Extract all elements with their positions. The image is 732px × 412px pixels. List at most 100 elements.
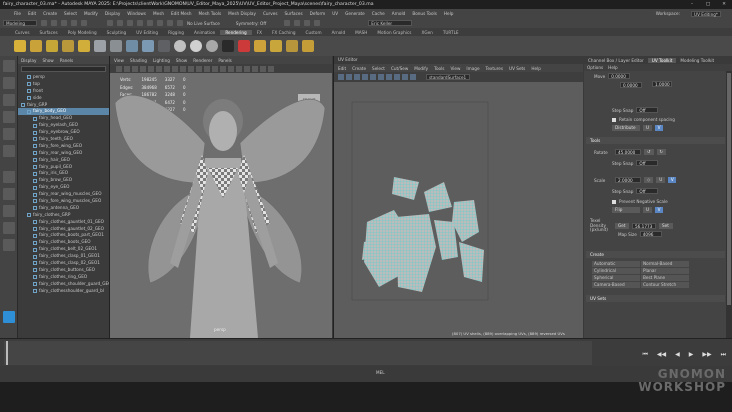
uv-menu-item[interactable]: Help bbox=[531, 66, 541, 71]
move-step-snap-dropdown[interactable]: Off bbox=[636, 107, 659, 113]
side-submenu-item[interactable]: Options bbox=[587, 65, 603, 70]
render-settings-icon[interactable] bbox=[304, 20, 311, 26]
outliner-item[interactable]: fairy_clothes_gauntlet_02_GEO bbox=[18, 226, 109, 233]
shelf-tab[interactable]: Surfaces bbox=[35, 30, 63, 35]
directional-light-icon[interactable] bbox=[62, 40, 74, 52]
outliner-item[interactable]: fairy_clothes_clasp_02_GEO1 bbox=[18, 260, 109, 267]
create-projection-button[interactable]: Planar bbox=[641, 268, 689, 274]
shelf-tab[interactable]: Poly Modeling bbox=[63, 30, 102, 35]
snap-grid-icon[interactable] bbox=[137, 20, 143, 26]
uv-menu-item[interactable]: Select bbox=[372, 66, 385, 71]
xray-icon[interactable] bbox=[212, 65, 218, 72]
uv-image-icon[interactable] bbox=[386, 74, 392, 80]
menu-item[interactable]: Curves bbox=[263, 11, 278, 16]
snap-surface-icon[interactable] bbox=[177, 20, 183, 26]
shelf-tab[interactable]: Rigging bbox=[163, 30, 189, 35]
save-scene-icon[interactable] bbox=[61, 20, 67, 26]
render-icon[interactable] bbox=[284, 20, 291, 26]
rotate-ccw-button[interactable]: ↺ bbox=[644, 149, 654, 155]
viewport-menu-item[interactable]: Renderer bbox=[193, 58, 212, 63]
camera-icon[interactable] bbox=[94, 40, 106, 52]
outliner-item[interactable]: fairy_brow_GEO bbox=[18, 177, 109, 184]
uv-shaded-icon[interactable] bbox=[402, 74, 408, 80]
outliner-item[interactable]: fairy_clothes_boots_GEO bbox=[18, 239, 109, 246]
outliner-item[interactable]: fairy_rear_wing_muscles_GEO bbox=[18, 191, 109, 198]
side-by-side-icon[interactable] bbox=[3, 205, 15, 217]
camera-attr-icon[interactable] bbox=[116, 65, 122, 72]
workspace-dropdown[interactable]: UV Editing* bbox=[691, 10, 721, 17]
distribute-button[interactable]: Distribute bbox=[612, 125, 640, 131]
shelf-tab[interactable]: XGen bbox=[416, 30, 437, 35]
move-u-field[interactable]: 0.0000 bbox=[608, 73, 631, 79]
outliner-menu-item[interactable]: Panels bbox=[60, 58, 73, 63]
maximize-icon[interactable]: □ bbox=[700, 2, 716, 7]
side-submenu-item[interactable]: Help bbox=[608, 65, 618, 70]
minimize-icon[interactable]: – bbox=[684, 2, 700, 7]
move-tool-icon[interactable] bbox=[3, 111, 15, 123]
uv-menu-item[interactable]: Create bbox=[352, 66, 366, 71]
render-settings-shelf-icon[interactable] bbox=[158, 40, 170, 52]
safe-title-icon[interactable] bbox=[188, 65, 194, 72]
flip-u-button[interactable]: U bbox=[643, 207, 653, 213]
outliner-item[interactable]: fairy_hair_GEO bbox=[18, 157, 109, 164]
scale-u-button[interactable]: U bbox=[656, 177, 666, 183]
smooth-shade-icon[interactable] bbox=[204, 65, 210, 72]
safe-action-icon[interactable] bbox=[180, 65, 186, 72]
outliner-menu-item[interactable]: Display bbox=[21, 58, 36, 63]
shelf-tab[interactable]: Curves bbox=[10, 30, 35, 35]
uv-rotate-icon[interactable] bbox=[354, 74, 360, 80]
outliner-menu-item[interactable]: Show bbox=[42, 58, 53, 63]
rotate-tool-icon[interactable] bbox=[3, 128, 15, 140]
wireframe-icon[interactable] bbox=[196, 65, 202, 72]
outliner-item[interactable]: fairy_clothes_belt_02_GEO1 bbox=[18, 246, 109, 253]
outliner-item[interactable]: fairy_clothes_buttons_GEO bbox=[18, 267, 109, 274]
arnold-render-icon[interactable] bbox=[238, 40, 250, 52]
go-to-start-icon[interactable]: ⏮ bbox=[642, 351, 647, 359]
uv-flip-icon[interactable] bbox=[370, 74, 376, 80]
retain-spacing-checkbox[interactable] bbox=[612, 117, 616, 122]
lights-icon[interactable] bbox=[228, 65, 234, 72]
uv-move-icon[interactable] bbox=[346, 74, 352, 80]
image-plane-icon[interactable] bbox=[132, 65, 138, 72]
four-pane-icon[interactable] bbox=[3, 188, 15, 200]
point-light-icon[interactable] bbox=[14, 40, 26, 52]
uv-menu-item[interactable]: Cut/Sew bbox=[391, 66, 408, 71]
menu-item[interactable]: Surfaces bbox=[285, 11, 303, 16]
play-back-icon[interactable]: ◀ bbox=[675, 351, 680, 359]
side-panel-tab[interactable]: Channel Box / Layer Editor bbox=[584, 58, 648, 63]
side-panel-scrollbar[interactable] bbox=[726, 71, 732, 338]
outliner-item[interactable]: fairy_teeth_GEO bbox=[18, 136, 109, 143]
create-projection-button[interactable]: Spherical bbox=[592, 275, 640, 281]
menu-item[interactable]: Help bbox=[444, 11, 454, 16]
menu-item[interactable]: Mesh Tools bbox=[199, 11, 222, 16]
side-panel-tab[interactable]: UV Toolkit bbox=[647, 57, 677, 63]
outliner-item[interactable]: fairy_fore_wing_muscles_GEO bbox=[18, 198, 109, 205]
outliner-item[interactable]: fairy_clothes_ring_GEO bbox=[18, 274, 109, 281]
create-projection-button[interactable]: Automatic bbox=[592, 261, 640, 267]
uv-sets-section-header[interactable]: UV Sets bbox=[586, 295, 725, 302]
outliner-item[interactable]: fairy_GRP bbox=[18, 102, 109, 109]
outliner-item[interactable]: top bbox=[18, 81, 109, 88]
isolate-icon[interactable] bbox=[268, 65, 274, 72]
uv-menu-item[interactable]: Textures bbox=[486, 66, 504, 71]
outliner-item[interactable]: fairy_clothes_GRP bbox=[18, 212, 109, 219]
outliner-item[interactable]: fairy_eye_GEO bbox=[18, 184, 109, 191]
menu-item[interactable]: Deform bbox=[310, 11, 326, 16]
close-icon[interactable]: ✕ bbox=[716, 2, 732, 7]
shelf-tab[interactable]: Animation bbox=[189, 30, 220, 35]
outliner-item[interactable]: fairy_clothes_boots_part_GEO1 bbox=[18, 232, 109, 239]
step-back-icon[interactable]: ◀◀ bbox=[657, 351, 666, 359]
texel-density-field[interactable]: 56.1773 bbox=[632, 222, 656, 229]
select-component-icon[interactable] bbox=[127, 20, 133, 26]
menu-item[interactable]: Cache bbox=[372, 11, 385, 16]
create-projection-button[interactable]: Camera-Based bbox=[592, 282, 640, 288]
rotate-field[interactable]: 45.0000 bbox=[615, 149, 641, 155]
user-login[interactable]: Eric Keller bbox=[368, 20, 413, 26]
select-hierarchy-icon[interactable] bbox=[107, 20, 113, 26]
timeline-track[interactable] bbox=[4, 341, 592, 365]
lambert-icon[interactable] bbox=[190, 40, 202, 52]
perspective-viewport[interactable]: View Shading Lighting Show Renderer Panels Ve… bbox=[110, 56, 332, 338]
move-step-field[interactable]: 1.0000 bbox=[652, 81, 672, 87]
uv-menu-item[interactable]: UV Sets bbox=[509, 66, 525, 71]
hypershade-icon[interactable] bbox=[314, 20, 321, 26]
